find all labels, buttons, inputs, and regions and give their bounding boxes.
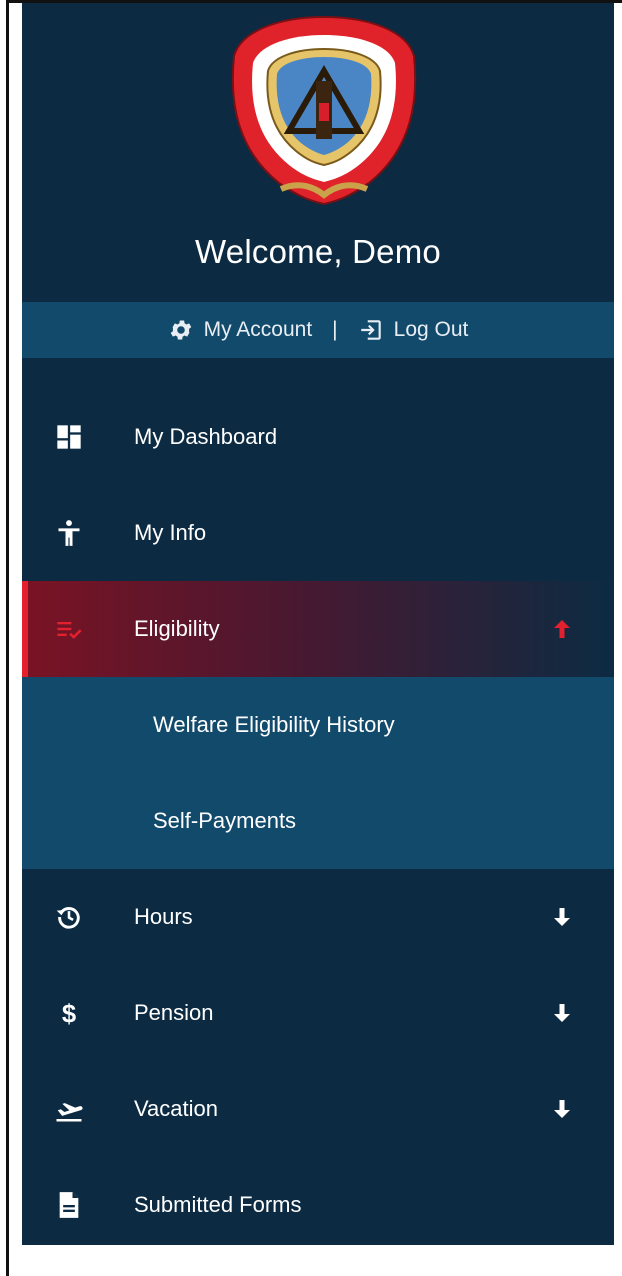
checklist-icon [54, 614, 84, 644]
svg-text:$: $ [62, 1000, 76, 1027]
logout-label: Log Out [393, 318, 469, 341]
nav-label: My Dashboard [134, 424, 278, 449]
arrow-down-icon[interactable] [550, 1001, 574, 1025]
nav-menu: My Dashboard My Info Eligibility Welfare… [22, 389, 614, 1253]
nav-label: Eligibility [134, 616, 220, 641]
nav-item-hours[interactable]: Hours [22, 869, 614, 965]
history-icon [54, 902, 84, 932]
person-icon [54, 518, 84, 548]
nav-label: Hours [134, 904, 193, 929]
document-icon [54, 1190, 84, 1220]
nav-item-pension[interactable]: $ Pension [22, 965, 614, 1061]
account-bar: My Account | Log Out [22, 302, 614, 358]
nav-item-vacation[interactable]: Vacation [22, 1061, 614, 1157]
sidebar: Welcome, Demo My Account | Log Out My Da… [22, 3, 614, 1245]
account-separator: | [332, 318, 338, 341]
arrow-down-icon[interactable] [550, 1097, 574, 1121]
nav-item-my-info[interactable]: My Info [22, 485, 614, 581]
union-logo [231, 15, 417, 206]
eligibility-submenu: Welfare Eligibility History Self-Payment… [22, 677, 614, 869]
arrow-up-icon[interactable] [550, 617, 574, 641]
nav-item-eligibility[interactable]: Eligibility [22, 581, 614, 677]
nav-label: My Info [134, 520, 207, 545]
submenu-welfare-eligibility-history[interactable]: Welfare Eligibility History [22, 677, 614, 773]
frame-left-border [6, 0, 9, 1276]
dashboard-icon [54, 422, 84, 452]
my-account-label: My Account [203, 318, 313, 341]
logout-icon [360, 320, 381, 340]
submenu-self-payments[interactable]: Self-Payments [22, 773, 614, 869]
gear-icon [170, 320, 191, 340]
logout-link[interactable]: Log Out [358, 317, 469, 343]
dollar-icon: $ [54, 998, 84, 1028]
flight-takeoff-icon [54, 1094, 84, 1124]
nav-label: Pension [134, 1000, 214, 1025]
nav-item-my-dashboard[interactable]: My Dashboard [22, 389, 614, 485]
my-account-link[interactable]: My Account [168, 317, 313, 343]
nav-item-submitted-forms[interactable]: Submitted Forms [22, 1157, 614, 1253]
welcome-heading: Welcome, Demo [195, 233, 441, 270]
arrow-down-icon[interactable] [550, 905, 574, 929]
nav-label: Vacation [134, 1096, 218, 1121]
nav-label: Submitted Forms [134, 1192, 302, 1217]
